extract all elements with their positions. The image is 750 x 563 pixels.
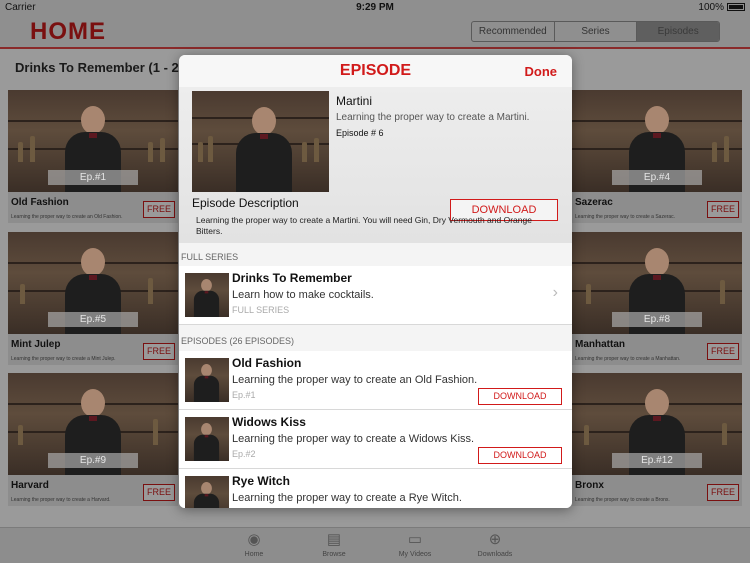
tab-label: Browse [322,551,346,558]
tab-label: Downloads [477,551,513,558]
modal-title: EPISODE [339,62,412,79]
episode-tile[interactable]: Ep.#8 Manhattan Learning the proper way … [572,232,742,365]
chevron-right-icon: › [552,284,558,301]
download-icon: ⊕ [488,531,502,548]
episode-tile-title: Mint Julep [11,339,61,350]
series-thumbnail [185,273,229,317]
segment-recommended[interactable]: Recommended [472,22,555,41]
episode-tile-title: Bronx [575,480,604,491]
episodes-heading: EPISODES (26 EPISODES) [181,336,295,346]
episode-number-tag: Ep.#5 [48,312,138,327]
free-button[interactable]: FREE [143,343,175,360]
episode-row[interactable]: Old Fashion Learning the proper way to c… [179,351,572,410]
tv-icon: ▭ [407,531,423,548]
segmented-control: Recommended Series Episodes [471,21,720,42]
episode-row-thumbnail [185,358,229,402]
episode-number-tag: Ep.#12 [612,453,702,468]
series-title: Drinks To Remember [232,271,352,285]
clock: 9:29 PM [356,2,394,13]
episode-tile-desc: Learning the proper way to create a Harv… [11,497,111,503]
episode-row-title: Rye Witch [232,474,290,488]
episode-tile[interactable]: Ep.#4 Sazerac Learning the proper way to… [572,90,742,223]
episode-tile-desc: Learning the proper way to create a Mint… [11,356,116,362]
episode-download-button[interactable]: DOWNLOAD [478,447,562,464]
modal-header: EPISODE Done [179,55,572,87]
tab-browse[interactable]: ▤ Browse [304,531,364,558]
segment-episodes[interactable]: Episodes [637,22,719,41]
status-bar: Carrier 9:29 PM 100% [0,0,750,16]
tab-downloads[interactable]: ⊕ Downloads [465,531,525,558]
episode-row-subtitle: Learning the proper way to create a Wido… [232,433,475,445]
episode-number-tag: Ep.#4 [612,170,702,185]
episode-tile-title: Old Fashion [11,197,69,208]
tab-home[interactable]: ◉ Home [224,531,284,558]
done-button[interactable]: Done [525,64,558,79]
episode-modal: EPISODE Done Martini Learning the proper… [179,55,572,508]
free-button[interactable]: FREE [707,201,739,218]
page-title: HOME [30,18,106,45]
episode-tile-title: Manhattan [575,339,625,350]
episode-number: Episode # 6 [336,128,384,138]
full-series-heading: FULL SERIES [181,252,239,262]
episode-row-subtitle: Learning the proper way to create an Old… [232,374,478,386]
episode-tile-title: Harvard [11,480,49,491]
tab-bar: ◉ Home ▤ Browse ▭ My Videos ⊕ Downloads [0,527,750,563]
tab-label: Home [244,551,264,558]
home-icon: ◉ [247,531,261,548]
episode-download-button[interactable]: DOWNLOAD [478,388,562,405]
episode-tile[interactable]: Ep.#12 Bronx Learning the proper way to … [572,373,742,506]
episode-row-subtitle: Learning the proper way to create a Rye … [232,492,462,504]
episode-tile-desc: Learning the proper way to create a Manh… [575,356,681,362]
episode-tile[interactable]: Ep.#1 Old Fashion Learning the proper wa… [8,90,178,223]
episode-tile-desc: Learning the proper way to create a Saze… [575,214,676,220]
episode-number-tag: Ep.#1 [48,170,138,185]
segment-series[interactable]: Series [555,22,638,41]
episode-tile[interactable]: Ep.#5 Mint Julep Learning the proper way… [8,232,178,365]
tab-label: My Videos [398,551,432,558]
series-subtitle: Learn how to make cocktails. [232,289,374,301]
episode-tile[interactable]: Ep.#9 Harvard Learning the proper way to… [8,373,178,506]
episode-row-title: Widows Kiss [232,415,306,429]
episode-row-number: Ep.#2 [232,449,256,459]
battery-icon [727,3,745,11]
tab-my-videos[interactable]: ▭ My Videos [385,531,445,558]
series-row[interactable]: Drinks To Remember Learn how to make coc… [179,266,572,325]
battery-percent: 100% [698,2,724,13]
episode-tile-desc: Learning the proper way to create an Old… [11,214,123,220]
episode-row-thumbnail [185,476,229,508]
episode-row[interactable]: Rye Witch Learning the proper way to cre… [179,469,572,508]
free-button[interactable]: FREE [143,484,175,501]
episode-row-number: Ep.#1 [232,390,256,400]
free-button[interactable]: FREE [707,343,739,360]
episode-name: Martini [336,94,373,108]
episode-row-thumbnail [185,417,229,461]
app-header: HOME Recommended Series Episodes [0,16,750,49]
free-button[interactable]: FREE [707,484,739,501]
episode-number-tag: Ep.#8 [612,312,702,327]
episode-tile-desc: Learning the proper way to create a Bron… [575,497,670,503]
episode-description: Learning the proper way to create a Mart… [196,215,532,236]
browse-icon: ▤ [326,531,342,548]
series-meta: FULL SERIES [232,305,290,315]
episode-tile-title: Sazerac [575,197,613,208]
episode-video-thumbnail[interactable] [192,91,329,192]
episode-row-title: Old Fashion [232,356,302,370]
episode-description-title: Episode Description [192,196,299,210]
free-button[interactable]: FREE [143,201,175,218]
battery-indicator: 100% [698,2,745,13]
episode-tagline: Learning the proper way to create a Mart… [336,112,530,123]
episode-row[interactable]: Widows Kiss Learning the proper way to c… [179,410,572,469]
episode-number-tag: Ep.#9 [48,453,138,468]
series-heading: Drinks To Remember (1 - 26 [15,60,186,75]
